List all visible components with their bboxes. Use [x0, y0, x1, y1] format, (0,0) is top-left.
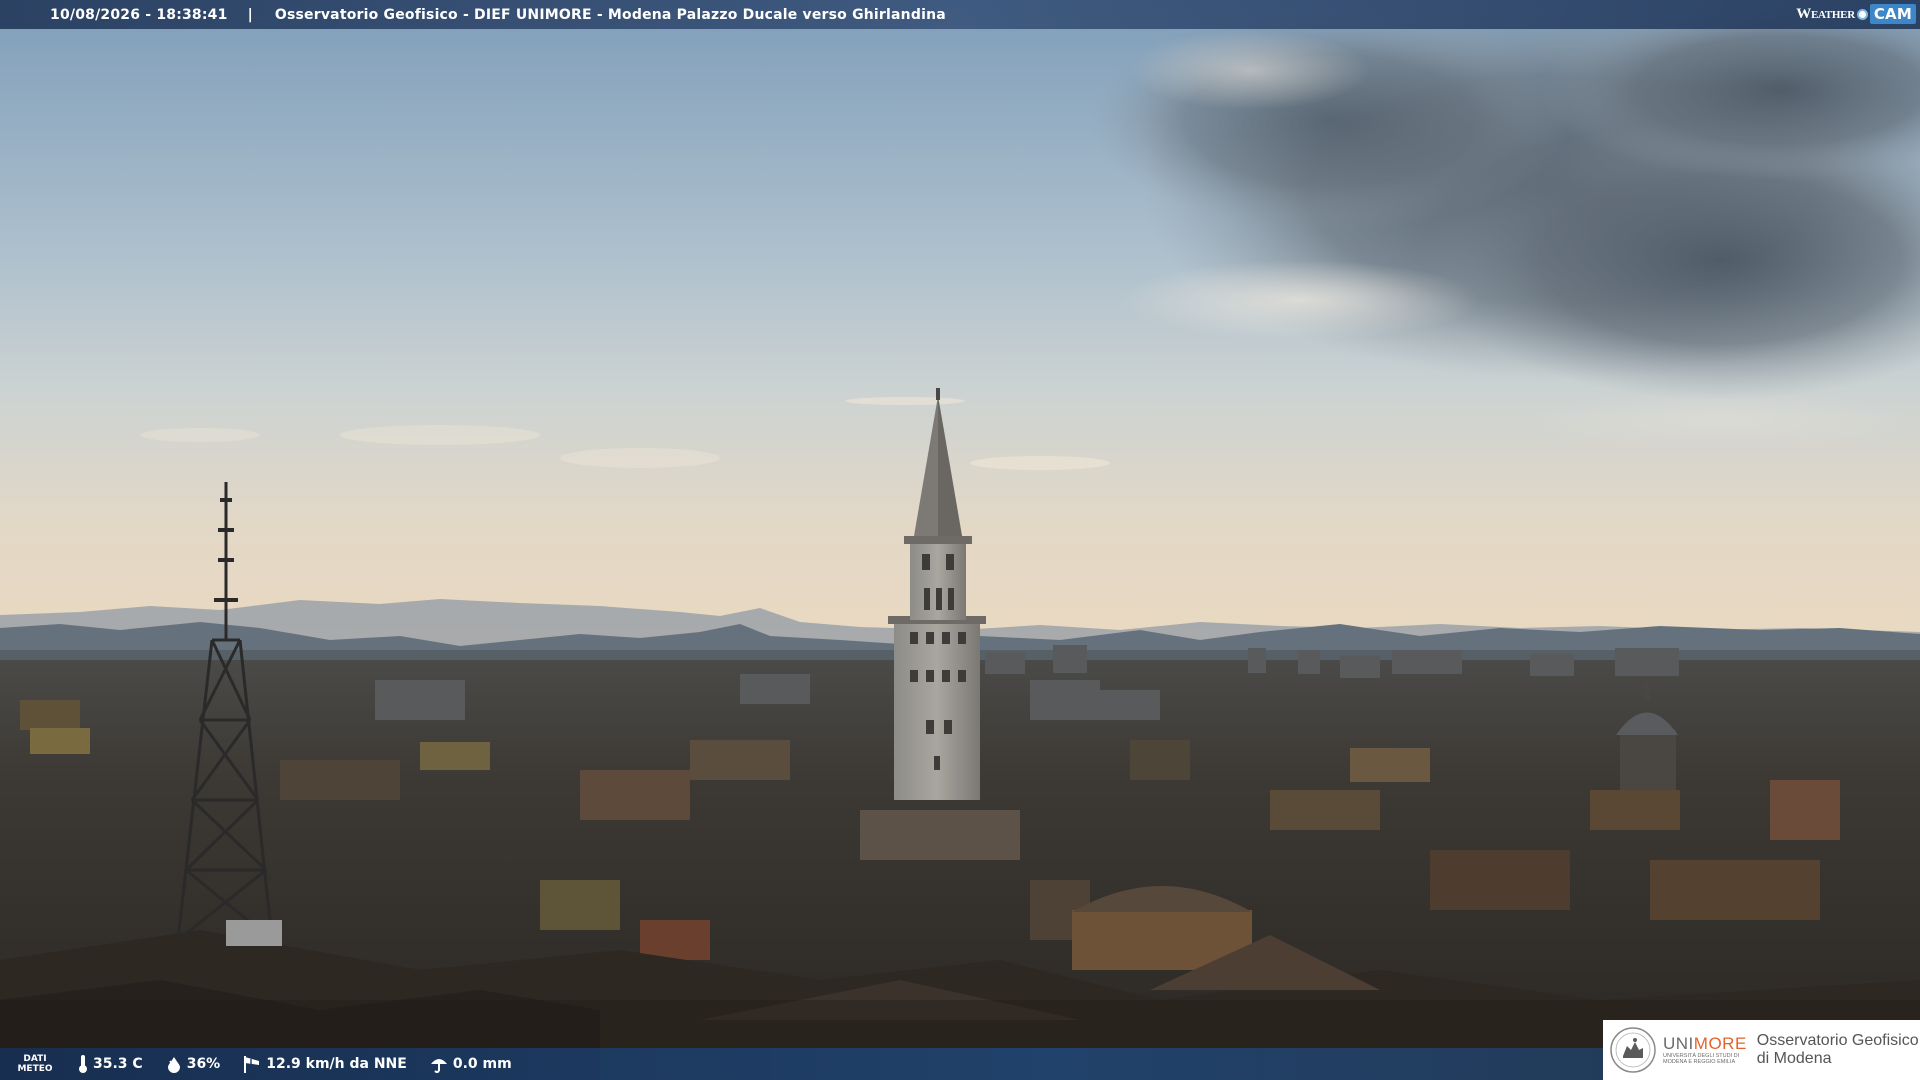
unimore-seal-icon	[1610, 1027, 1656, 1073]
windsock-icon	[244, 1056, 260, 1073]
dati-meteo-line1: DATI	[23, 1054, 47, 1064]
weathercam-logo-cam: CAM	[1869, 4, 1916, 24]
dati-meteo-line2: METEO	[17, 1064, 53, 1074]
webcam-image	[0, 0, 1920, 1080]
unimore-wordmark: UNIMORE UNIVERSITÀ DEGLI STUDI DI MODENA…	[1663, 1035, 1747, 1066]
unimore-name-more: MORE	[1693, 1034, 1747, 1053]
weathercam-logo: Weather CAM	[1796, 3, 1916, 25]
webcam-title: Osservatorio Geofisico - DIEF UNIMORE - …	[274, 6, 946, 23]
observatory-label: Osservatorio Geofisico di Modena	[1757, 1032, 1919, 1068]
humidity-value: 36%	[186, 1056, 221, 1072]
wind-value: 12.9 km/h da NNE	[266, 1056, 407, 1072]
unimore-name: UNIMORE	[1663, 1035, 1747, 1053]
weathercam-dot-icon	[1856, 8, 1868, 20]
umbrella-icon	[430, 1059, 447, 1073]
unimore-logo-panel: UNIMORE UNIVERSITÀ DEGLI STUDI DI MODENA…	[1603, 1020, 1920, 1080]
webcam-viewport: 10/08/2026 - 18:38:41 | Osservatorio Geo…	[0, 0, 1920, 1080]
unimore-subtitle: UNIVERSITÀ DEGLI STUDI DI MODENA E REGGI…	[1663, 1053, 1740, 1065]
unimore-name-uni: UNI	[1663, 1034, 1694, 1053]
thermometer-icon	[79, 1055, 87, 1073]
rain-reading: 0.0 mm	[429, 1054, 512, 1074]
temperature-reading: 35.3 C	[77, 1054, 143, 1074]
wind-reading: 12.9 km/h da NNE	[242, 1054, 407, 1074]
capture-datetime: 10/08/2026 - 18:38:41	[50, 6, 228, 23]
observatory-line1: Osservatorio Geofisico	[1756, 1032, 1919, 1049]
caption-separator: |	[247, 6, 253, 23]
observatory-line2: di Modena	[1756, 1050, 1832, 1067]
humidity-reading: 36%	[165, 1055, 221, 1073]
water-drop-icon	[167, 1057, 180, 1073]
rain-value: 0.0 mm	[452, 1056, 512, 1072]
weathercam-logo-weather: Weather	[1796, 5, 1855, 22]
dati-meteo-label: DATI METEO	[15, 1054, 55, 1074]
top-caption-bar: 10/08/2026 - 18:38:41 | Osservatorio Geo…	[0, 0, 1920, 29]
temperature-value: 35.3 C	[93, 1056, 143, 1072]
